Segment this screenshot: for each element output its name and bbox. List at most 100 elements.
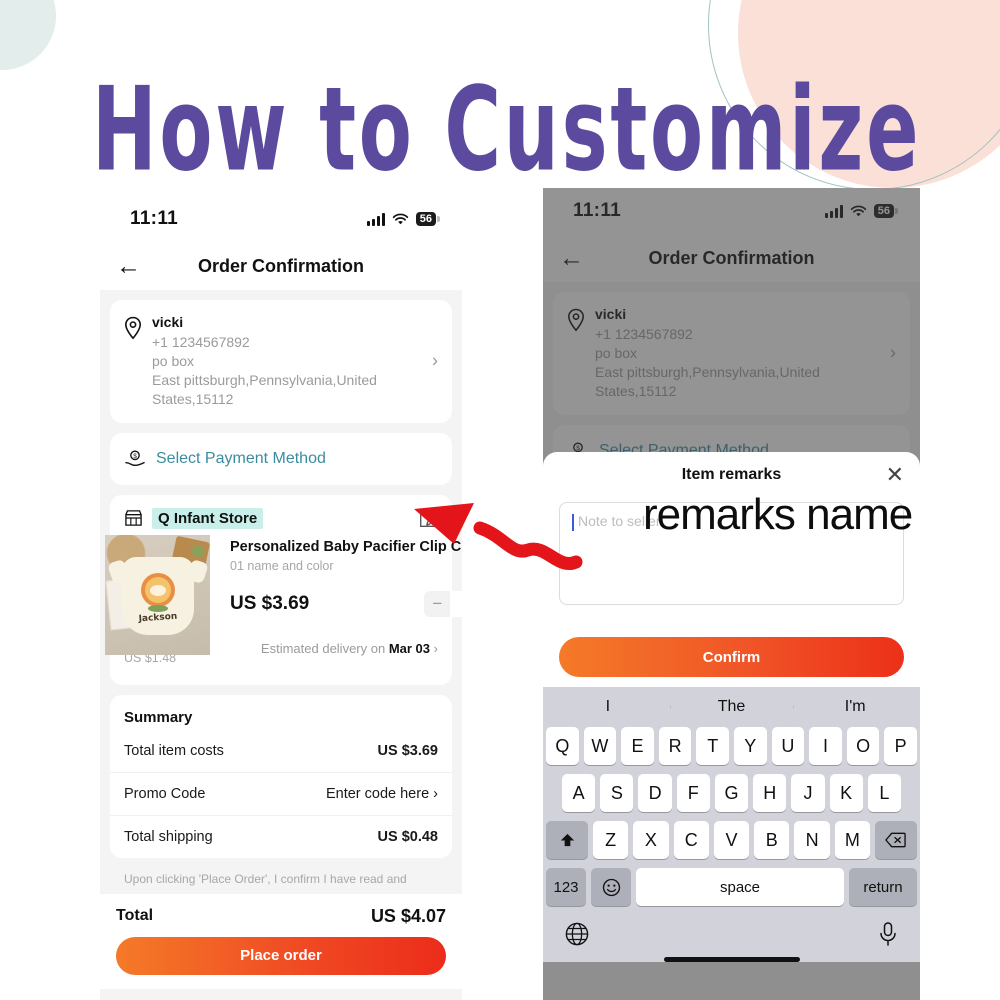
key-p[interactable]: P (884, 727, 917, 765)
summary-row-total-shipping: Total shipping US $0.48 (110, 816, 452, 858)
suggestion-2[interactable]: The (669, 698, 794, 716)
svg-text:$: $ (133, 453, 137, 460)
qty-value: 1 (450, 590, 462, 617)
key-e[interactable]: E (621, 727, 654, 765)
close-icon[interactable]: ✕ (886, 464, 904, 486)
globe-icon[interactable] (564, 921, 590, 947)
page-title: How to Customize (92, 62, 922, 198)
key-t[interactable]: T (696, 727, 729, 765)
qty-decrease-button[interactable]: − (424, 591, 450, 617)
nav-bar: ← Order Confirmation (100, 242, 462, 290)
phone-screen-right: 11:11 56 ← Order Confirmation vicki +1 1… (543, 188, 920, 1000)
red-wavy-arrow-icon (414, 503, 583, 570)
key-m[interactable]: M (834, 821, 870, 859)
key-h[interactable]: H (753, 774, 787, 812)
suggestion-1[interactable]: I (546, 698, 670, 716)
key-r[interactable]: R (658, 727, 692, 765)
battery-icon: 56 (415, 212, 441, 226)
total-value: US $4.07 (370, 905, 446, 926)
suggestion-3[interactable]: I'm (793, 698, 917, 716)
modal-title: Item remarks (681, 466, 782, 483)
key-b[interactable]: B (754, 821, 790, 859)
summary-label: Promo Code (124, 785, 206, 802)
key-w[interactable]: W (583, 727, 617, 765)
summary-title: Summary (124, 708, 193, 726)
delivery-prefix: Estimated delivery on (260, 641, 389, 657)
summary-row-item-costs: Total item costs US $3.69 (110, 730, 452, 773)
return-key[interactable]: return (849, 868, 917, 906)
summary-label: Total shipping (124, 828, 213, 845)
key-k[interactable]: K (829, 774, 863, 812)
decor-mint-circle (0, 0, 56, 70)
place-order-button[interactable]: Place order (116, 936, 446, 975)
payment-method-label: Select Payment Method (156, 449, 326, 467)
key-i[interactable]: I (809, 727, 842, 765)
nav-title: Order Confirmation (197, 255, 364, 276)
address-name: vicki (152, 314, 184, 330)
key-d[interactable]: D (638, 774, 672, 812)
chevron-right-icon[interactable]: › (432, 351, 438, 372)
delivery-date: Mar 03 (388, 641, 431, 657)
baby-onesie-graphic: Jackson (122, 557, 194, 635)
keyboard-row-1: Q W E R T Y U I O P (546, 727, 917, 765)
status-bar: 11:11 56 (100, 196, 462, 242)
quantity-stepper[interactable]: − 1 + (424, 590, 462, 617)
confirm-button[interactable]: Confirm (559, 637, 904, 677)
emoji-smiley-icon[interactable] (591, 868, 631, 906)
signal-bars-icon (366, 212, 385, 226)
key-s[interactable]: S (600, 774, 634, 812)
backspace-icon[interactable] (874, 821, 917, 859)
store-name: Q Infant Store (152, 507, 264, 529)
key-a[interactable]: A (562, 774, 596, 812)
space-key[interactable]: space (636, 868, 844, 906)
summary-label: Total item costs (124, 742, 224, 759)
item-price: US $3.69 (230, 592, 310, 614)
storefront-icon (125, 510, 142, 526)
location-pin-icon (124, 316, 142, 340)
keyboard-row-3: Z X C V B N M (546, 821, 917, 859)
key-c[interactable]: C (673, 821, 709, 859)
autocomplete-bar: I The I'm (546, 687, 917, 727)
payment-method-row[interactable]: $ Select Payment Method (110, 432, 452, 485)
keyboard-row-4: 123 space return (546, 868, 917, 906)
home-indicator (663, 957, 800, 962)
key-y[interactable]: Y (734, 727, 767, 765)
key-o[interactable]: O (846, 727, 880, 765)
address-line3: States,15112 (152, 390, 234, 407)
lion-icon (145, 577, 171, 603)
key-z[interactable]: Z (593, 821, 629, 859)
keyboard-row-2: A S D F G H J K L (546, 774, 917, 812)
photo-name-text: Jackson (138, 611, 178, 625)
summary-row-promo-code[interactable]: Promo Code Enter code here › (110, 773, 452, 816)
shift-up-icon[interactable] (546, 821, 589, 859)
key-j[interactable]: J (791, 774, 825, 812)
summary-value: US $0.48 (377, 828, 438, 845)
status-clock: 11:11 (130, 208, 178, 229)
address-line2: East pittsburgh,Pennsylvania,United (152, 371, 377, 388)
summary-value: US $3.69 (377, 742, 438, 759)
key-x[interactable]: X (633, 821, 669, 859)
product-photo: Jackson (105, 535, 210, 655)
key-g[interactable]: G (714, 774, 749, 812)
address-line1: po box (152, 352, 195, 369)
wifi-icon (392, 213, 408, 224)
terms-text: Upon clicking 'Place Order', I confirm I… (124, 871, 407, 886)
address-phone: +1 1234567892 (152, 334, 250, 350)
key-n[interactable]: N (794, 821, 830, 859)
numbers-key[interactable]: 123 (546, 868, 586, 906)
key-u[interactable]: U (771, 727, 805, 765)
address-card[interactable]: vicki +1 1234567892 po box East pittsbur… (110, 300, 452, 423)
promo-code-link[interactable]: Enter code here › (326, 786, 438, 802)
summary-card: Summary Total item costs US $3.69 Promo … (110, 694, 452, 858)
key-v[interactable]: V (713, 821, 750, 859)
key-l[interactable]: L (867, 774, 901, 812)
shipping-chevron-icon: › (433, 641, 438, 657)
payment-hand-coin-icon: $ (125, 450, 145, 466)
key-q[interactable]: Q (546, 727, 579, 765)
key-f[interactable]: F (676, 774, 710, 812)
remarks-overlay-text: remarks name (643, 490, 913, 539)
checkout-bar: Total US $4.07 Place order (100, 893, 462, 989)
total-label: Total (116, 907, 154, 925)
store-header[interactable]: Q Infant Store (110, 495, 452, 535)
microphone-icon[interactable] (877, 921, 899, 947)
